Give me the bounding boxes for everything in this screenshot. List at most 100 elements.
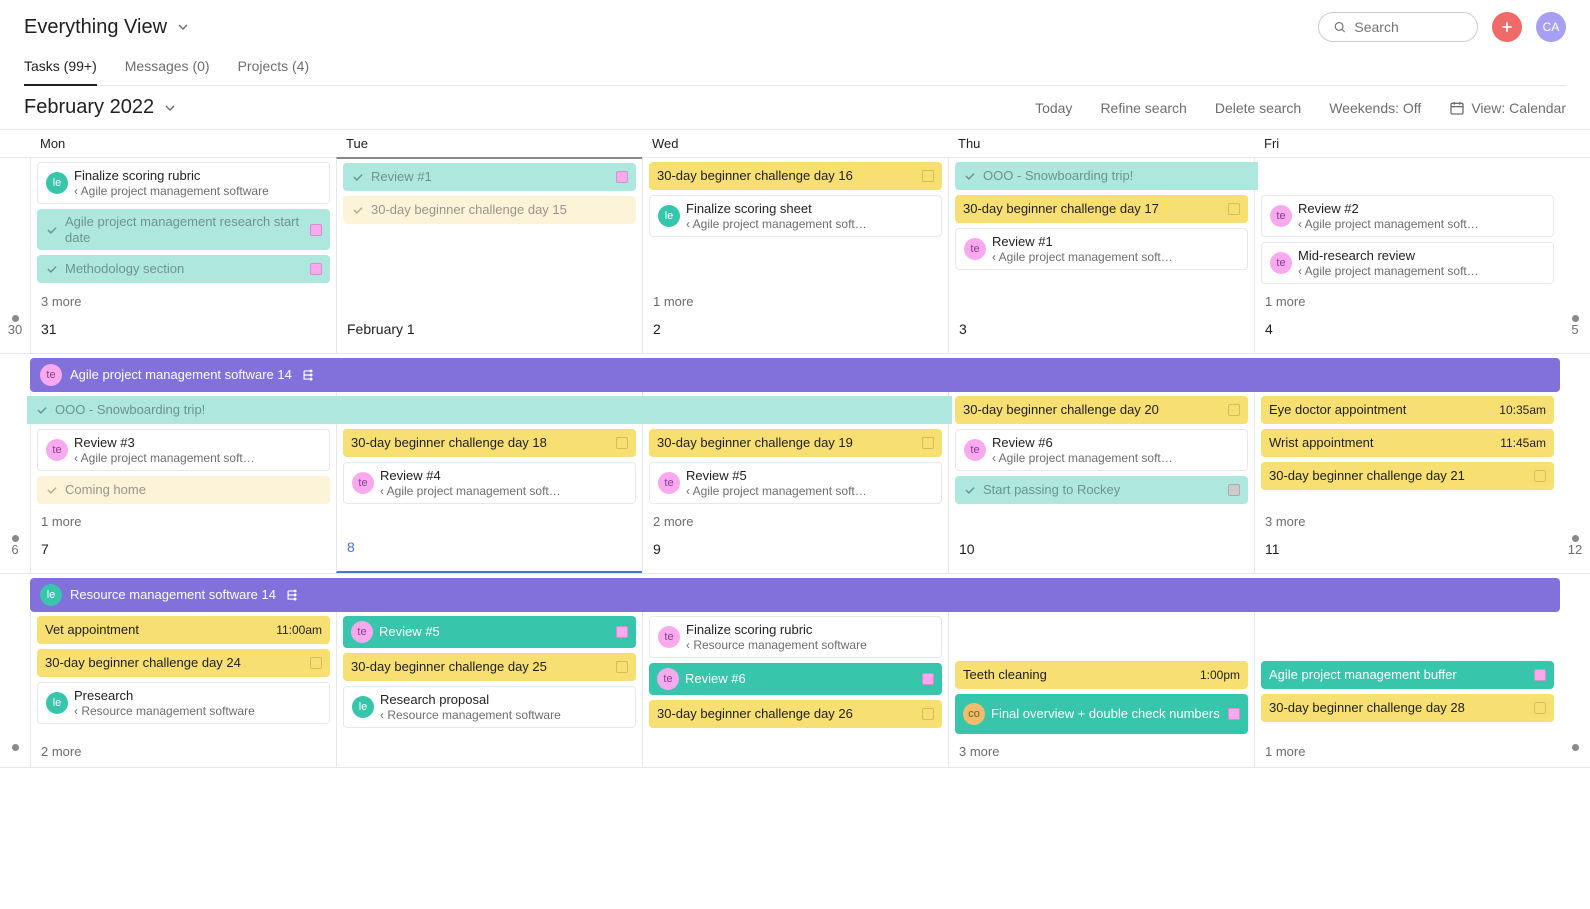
calendar-task[interactable]: leFinalize scoring rubric‹ Agile project… [37,162,330,204]
calendar-task[interactable]: Review #1 [343,163,636,191]
calendar-task[interactable] [333,396,646,424]
search-box[interactable] [1318,12,1478,42]
user-avatar[interactable]: CA [1536,12,1566,42]
task-project: ‹ Resource management software [380,708,627,722]
calendar-task[interactable]: Coming home [37,476,330,504]
search-icon [1333,19,1346,35]
calendar-task[interactable]: Methodology section [37,255,330,283]
calendar-task[interactable]: teReview #1‹ Agile project management so… [955,228,1248,270]
task-title: 30-day beginner challenge day 28 [1269,700,1528,716]
weekends-toggle[interactable]: Weekends: Off [1329,100,1421,116]
calendar-task[interactable]: 30-day beginner challenge day 24 [37,649,330,677]
check-icon [351,203,365,217]
calendar-task[interactable]: teReview #2‹ Agile project management so… [1261,195,1554,237]
tab-1[interactable]: Messages (0) [125,52,210,85]
more-link[interactable]: 3 more [37,288,330,311]
more-link[interactable]: 2 more [649,508,942,531]
week-dot[interactable] [1572,744,1579,751]
month-title[interactable]: February 2022 [24,96,154,119]
calendar-task[interactable]: 30-day beginner challenge day 16 [649,162,942,190]
calendar-task[interactable]: 30-day beginner challenge day 21 [1261,462,1554,490]
calendar-task[interactable]: teMid-research review‹ Agile project man… [1261,242,1554,284]
day-cell[interactable]: Review #1 30-day beginner challenge day 1… [336,157,642,353]
more-link[interactable]: 1 more [649,288,942,311]
day-cell[interactable]: Teeth cleaning1:00pm coFinal overview + d… [948,612,1254,767]
more-link[interactable]: 1 more [37,508,330,531]
day-cell[interactable]: leFinalize scoring rubric‹ Agile project… [30,158,336,353]
calendar-task[interactable]: leFinalize scoring sheet‹ Agile project … [649,195,942,237]
search-input[interactable] [1354,19,1463,35]
day-cell[interactable]: OOO - Snowboarding trip!30-day beginner … [948,158,1254,353]
calendar-task[interactable]: Agile project management buffer [1261,661,1554,689]
task-project: ‹ Agile project management soft… [380,484,627,498]
calendar-task[interactable]: 30-day beginner challenge day 20 [955,396,1248,424]
calendar-task[interactable]: teReview #6‹ Agile project management so… [955,429,1248,471]
calendar-task[interactable]: Vet appointment11:00am [37,616,330,644]
calendar-task[interactable]: lePresearch‹ Resource management softwar… [37,682,330,724]
tab-2[interactable]: Projects (4) [238,52,310,85]
calendar-task[interactable]: teReview #3‹ Agile project management so… [37,429,330,471]
day-date: 9 [649,535,942,567]
calendar-task[interactable]: teReview #6 [649,663,942,695]
refine-search-button[interactable]: Refine search [1100,100,1186,116]
task-title: 30-day beginner challenge day 26 [657,706,916,722]
day-cell[interactable]: teFinalize scoring rubric‹ Resource mana… [642,612,948,767]
calendar-task[interactable]: 30-day beginner challenge day 18 [343,429,636,457]
calendar-task[interactable]: OOO - Snowboarding trip! [27,396,340,424]
span-task[interactable]: leResource management software 14 [30,578,1560,612]
calendar-task[interactable]: Start passing to Rockey [955,476,1248,504]
calendar-task[interactable]: Teeth cleaning1:00pm [955,661,1248,689]
day-cell[interactable]: Agile project management buffer 30-day be… [1254,612,1560,767]
day-cell[interactable]: teReview #5 30-day beginner challenge day… [336,612,642,767]
view-selector[interactable]: View: Calendar [1449,100,1566,116]
task-title: 30-day beginner challenge day 25 [351,659,610,675]
calendar-task[interactable]: OOO - Snowboarding trip! [955,162,1258,190]
day-cell[interactable]: 30-day beginner challenge day 19 teReview… [642,392,948,573]
day-cell[interactable]: teReview #2‹ Agile project management so… [1254,158,1560,353]
more-link[interactable]: 1 more [1261,738,1554,761]
day-cell[interactable]: 30-day beginner challenge day 16 leFinali… [642,158,948,353]
day-cell[interactable]: Vet appointment11:00am 30-day beginner ch… [30,612,336,767]
task-title: 30-day beginner challenge day 24 [45,655,304,671]
calendar-task[interactable]: 30-day beginner challenge day 28 [1261,694,1554,722]
calendar-task[interactable]: Eye doctor appointment10:35am [1261,396,1554,424]
calendar-task[interactable] [639,396,952,424]
calendar-task[interactable]: 30-day beginner challenge day 26 [649,700,942,728]
add-button[interactable] [1492,12,1522,42]
calendar-task[interactable]: leResearch proposal‹ Resource management… [343,686,636,728]
calendar-task[interactable]: 30-day beginner challenge day 19 [649,429,942,457]
tab-0[interactable]: Tasks (99+) [24,52,97,86]
calendar-task[interactable]: Wrist appointment11:45am [1261,429,1554,457]
calendar-task[interactable]: 30-day beginner challenge day 25 [343,653,636,681]
week-dot[interactable] [1572,315,1579,322]
delete-search-button[interactable]: Delete search [1215,100,1301,116]
calendar-task[interactable]: 30-day beginner challenge day 17 [955,195,1248,223]
page-title: Everything View [24,16,167,39]
calendar-task[interactable]: coFinal overview + double check numbers [955,694,1248,734]
week-dot[interactable] [12,315,19,322]
calendar-task[interactable]: teFinalize scoring rubric‹ Resource mana… [649,616,942,658]
day-cell[interactable]: Eye doctor appointment10:35am Wrist appoi… [1254,392,1560,573]
calendar-task[interactable]: teReview #5‹ Agile project management so… [649,462,942,504]
today-button[interactable]: Today [1035,100,1072,116]
chevron-down-icon[interactable] [162,100,178,116]
chevron-down-icon[interactable] [175,19,191,35]
calendar-task[interactable]: Agile project management research start … [37,209,330,250]
week-dot[interactable] [12,744,19,751]
color-chip [922,437,934,449]
week-dot[interactable] [12,535,19,542]
more-link[interactable]: 2 more [37,738,330,761]
more-link[interactable]: 1 more [1261,288,1554,311]
task-title: Presearch [74,688,321,704]
week-dot[interactable] [1572,535,1579,542]
day-cell[interactable]: OOO - Snowboarding trip!teReview #3‹ Agi… [30,392,336,573]
calendar-task[interactable]: teReview #4‹ Agile project management so… [343,462,636,504]
day-cell[interactable]: 30-day beginner challenge day 20 teReview… [948,392,1254,573]
calendar-task[interactable]: teReview #5 [343,616,636,648]
more-link[interactable]: 3 more [955,738,1248,761]
day-date: 7 [37,535,330,567]
day-cell[interactable]: 30-day beginner challenge day 18 teReview… [336,392,642,573]
more-link[interactable]: 3 more [1261,508,1554,531]
calendar-task[interactable]: 30-day beginner challenge day 15 [343,196,636,224]
span-task[interactable]: teAgile project management software 14 [30,358,1560,392]
